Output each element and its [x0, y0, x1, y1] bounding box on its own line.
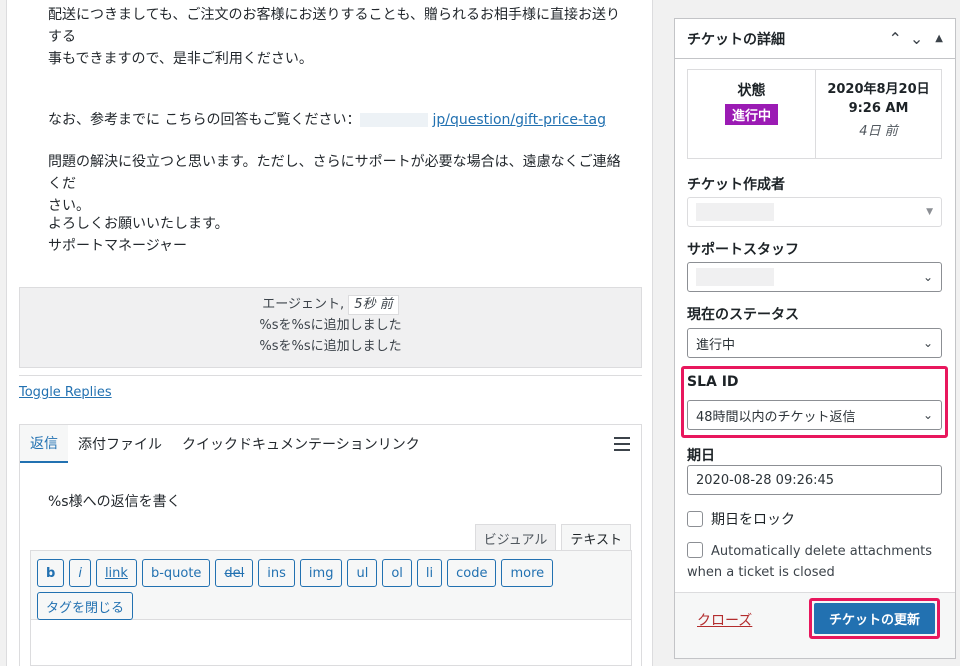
signature: サポートマネージャー: [48, 238, 188, 254]
ins-button[interactable]: ins: [258, 559, 295, 587]
staff-select[interactable]: ⌄: [687, 262, 942, 292]
staff-label: サポートスタッフ: [687, 242, 799, 258]
auto-delete-row: Automatically delete attachments when a …: [687, 541, 945, 583]
message-line: 配送につきましても、ご注文のお客様にお送りすることも、贈られるお相手様に直接お送…: [48, 7, 621, 45]
current-status-label: 現在のステータス: [687, 307, 799, 323]
reply-meta-box: エージェント, 5秒 前 %sを%sに追加しました %sを%sに追加しました: [19, 287, 642, 368]
chevron-down-icon: ⌄: [922, 336, 933, 350]
del-button[interactable]: del: [215, 559, 254, 587]
reference-prefix: なお、参考までに こちらの回答もご覧ください：: [48, 112, 361, 128]
code-button[interactable]: code: [447, 559, 497, 587]
current-status-value: 進行中: [696, 337, 736, 353]
creator-select[interactable]: ▼: [687, 197, 942, 227]
message-paragraph: 問題の解決に役立つと思います。ただし、さらにサポートが必要な場合は、遠慮なくご連…: [48, 151, 633, 217]
tab-quick-doc-links[interactable]: クイックドキュメンテーションリンク: [172, 425, 430, 463]
chevron-down-icon: ⌄: [922, 408, 933, 422]
reply-editor-area: %s様への返信を書く ビジュアル テキスト b i link b-quote d…: [19, 463, 642, 666]
current-status-select[interactable]: 進行中 ⌄: [687, 328, 942, 358]
lock-due-row: 期日をロック: [687, 509, 795, 529]
ticket-details-panel: チケットの詳細 ⌃ ⌄ ▲ 状態 進行中 2020年8月20日 9:26 AM …: [674, 18, 956, 659]
reference-line: なお、参考までに こちらの回答もご覧ください： jp/question/gift-…: [48, 109, 633, 131]
more-button[interactable]: more: [501, 559, 554, 587]
collapse-toggle-icon[interactable]: ▲: [935, 33, 943, 44]
message-closing: よろしくお願いいたします。 サポートマネージャー: [48, 213, 633, 257]
close-tags-button[interactable]: タグを閉じる: [37, 592, 134, 620]
status-summary: 状態 進行中 2020年8月20日 9:26 AM 4日 前: [687, 69, 942, 159]
li-button[interactable]: li: [416, 559, 443, 587]
caret-down-icon: ▼: [926, 207, 933, 217]
tab-text[interactable]: テキスト: [561, 524, 631, 553]
quicktags-toolbar: b i link b-quote del ins img ul ol li co…: [30, 550, 632, 620]
img-button[interactable]: img: [299, 559, 343, 587]
due-value: 2020-08-28 09:26:45: [696, 472, 835, 488]
lock-due-checkbox[interactable]: [687, 511, 703, 527]
tab-visual[interactable]: ビジュアル: [474, 524, 557, 553]
link-button[interactable]: link: [95, 559, 137, 587]
chevron-down-icon: ⌄: [922, 270, 933, 284]
reply-textarea[interactable]: [30, 620, 632, 666]
meta-agent: エージェント,: [262, 297, 345, 312]
meta-added-line: %sを%sに追加しました: [259, 339, 402, 354]
chevron-down-icon[interactable]: ⌄: [910, 30, 923, 47]
update-ticket-button[interactable]: チケットの更新: [814, 603, 935, 634]
chevron-up-icon[interactable]: ⌃: [888, 30, 901, 47]
message-line: 問題の解決に役立つと思います。ただし、さらにサポートが必要な場合は、遠慮なくご連…: [48, 154, 621, 192]
sla-label: SLA ID: [687, 374, 739, 390]
reply-message: 配送につきましても、ご注文のお客様にお送りすることも、贈られるお相手様に直接お送…: [48, 4, 633, 70]
ul-button[interactable]: ul: [347, 559, 378, 587]
menu-icon[interactable]: [603, 425, 641, 463]
bold-button[interactable]: b: [37, 559, 65, 587]
italic-button[interactable]: i: [69, 559, 91, 587]
reference-link[interactable]: jp/question/gift-price-tag: [432, 112, 606, 128]
date-cell: 2020年8月20日 9:26 AM 4日 前: [816, 70, 941, 158]
ol-button[interactable]: ol: [382, 559, 412, 587]
auto-delete-checkbox[interactable]: [687, 542, 703, 558]
status-cell: 状態 進行中: [688, 70, 816, 158]
created-date: 2020年8月20日: [827, 82, 930, 97]
reply-heading: %s様への返信を書く: [48, 494, 181, 510]
sla-select[interactable]: 48時間以内のチケット返信 ⌄: [687, 400, 942, 430]
tab-attachments[interactable]: 添付ファイル: [68, 425, 172, 463]
editor-mode-tabs: ビジュアル テキスト: [470, 524, 631, 553]
panel-title: チケットの詳細: [687, 31, 785, 48]
due-date-input[interactable]: 2020-08-28 09:26:45: [687, 465, 942, 495]
creator-label: チケット作成者: [687, 177, 785, 193]
status-label: 状態: [737, 83, 766, 99]
redacted-url: [360, 113, 429, 127]
ticket-reply-column: 配送につきましても、ご注文のお客様にお送りすることも、贈られるお相手様に直接お送…: [6, 0, 653, 666]
created-time: 9:26 AM: [848, 101, 909, 116]
due-label: 期日: [687, 448, 715, 464]
panel-controls: ⌃ ⌄ ▲: [888, 30, 955, 47]
meta-added-line: %sを%sに追加しました: [259, 318, 402, 333]
redacted-value: [696, 268, 774, 286]
auto-delete-label: Automatically delete attachments when a …: [687, 544, 933, 580]
tab-reply[interactable]: 返信: [20, 425, 68, 463]
sla-value: 48時間以内のチケット返信: [696, 409, 856, 425]
close-ticket-link[interactable]: クローズ: [697, 610, 752, 630]
panel-footer: クローズ チケットの更新: [675, 592, 955, 658]
redacted-value: [696, 203, 774, 221]
blockquote-button[interactable]: b-quote: [141, 559, 211, 587]
message-line: 事もできますので、是非ご利用ください。: [48, 51, 313, 67]
lock-due-label: 期日をロック: [711, 512, 795, 528]
closing-line: よろしくお願いいたします。: [48, 216, 229, 232]
status-badge: 進行中: [724, 104, 778, 125]
toggle-replies-link[interactable]: Toggle Replies: [19, 385, 112, 400]
meta-agent-row: エージェント, 5秒 前: [20, 294, 641, 315]
meta-time-badge: 5秒 前: [348, 295, 399, 315]
reply-tabs: 返信 添付ファイル クイックドキュメンテーションリンク: [19, 424, 642, 464]
panel-header: チケットの詳細 ⌃ ⌄ ▲: [675, 19, 955, 59]
update-highlight-box: チケットの更新: [809, 598, 940, 639]
divider: [19, 375, 642, 376]
created-ago: 4日 前: [859, 124, 898, 139]
